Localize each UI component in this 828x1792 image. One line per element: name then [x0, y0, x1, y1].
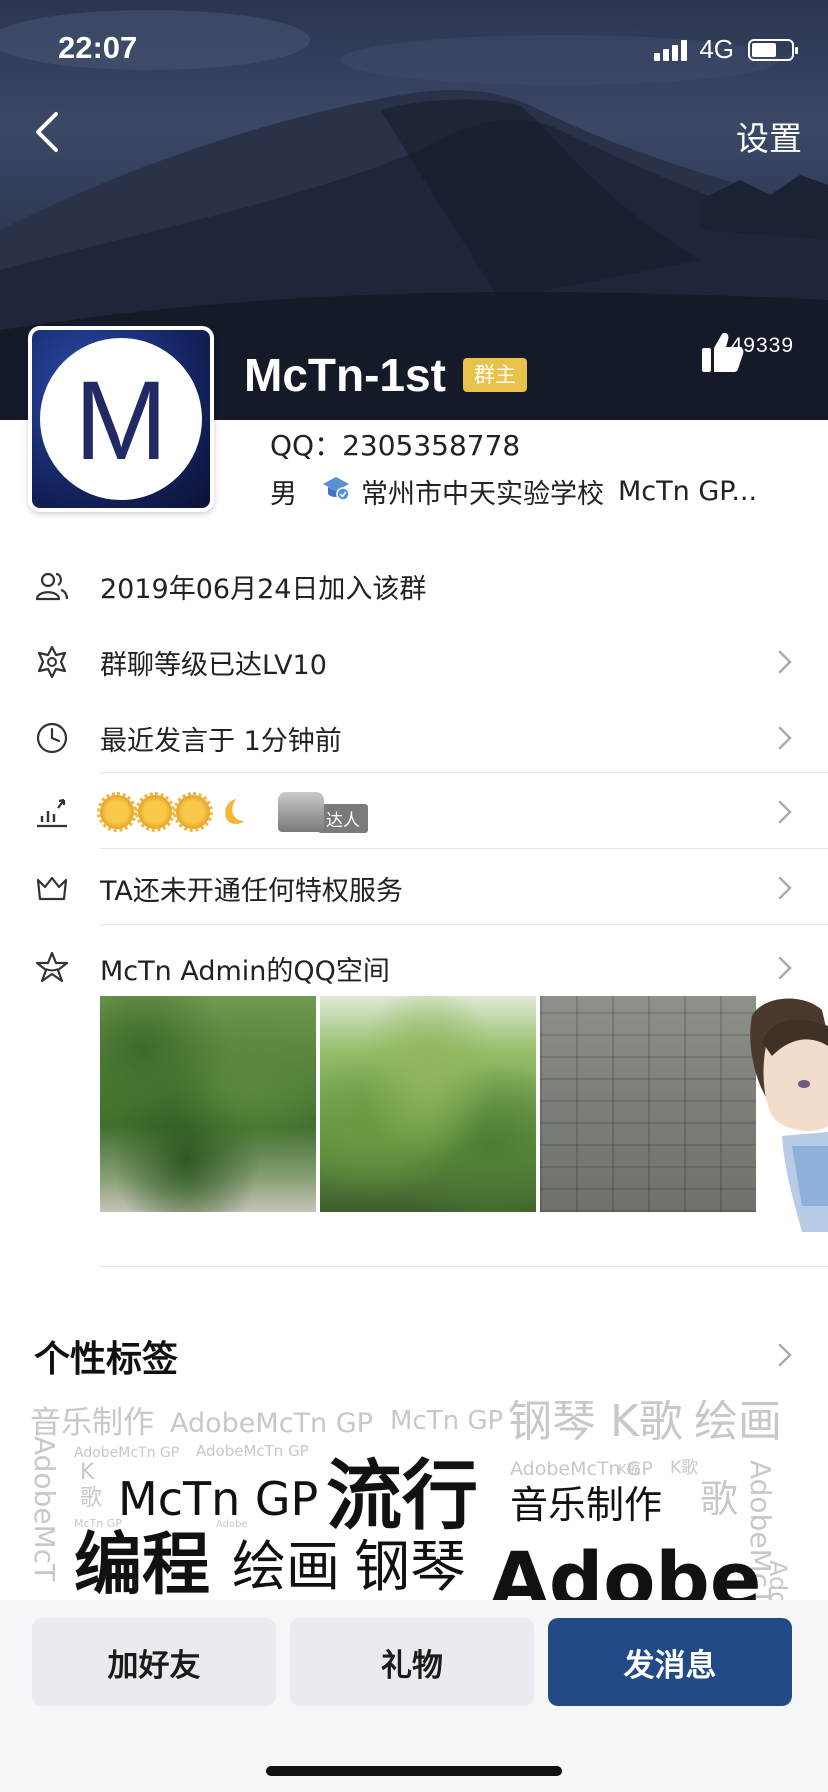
owner-badge: 群主	[463, 358, 527, 392]
tag-item: McTn GP	[118, 1472, 319, 1526]
row-level[interactable]: 群聊等级已达LV10	[0, 624, 828, 700]
tag-item: K歌	[610, 1400, 683, 1447]
avatar[interactable]: M	[28, 326, 214, 512]
qzone-photos	[100, 996, 756, 1212]
tag-item: 绘画	[694, 1400, 782, 1447]
gift-button[interactable]: 礼物	[290, 1618, 534, 1706]
send-message-button[interactable]: 发消息	[548, 1618, 792, 1706]
tag-item: 钢琴	[354, 1535, 466, 1600]
status-indicators: 4G	[654, 34, 798, 65]
qzone-photo[interactable]	[100, 996, 316, 1212]
tag-item: 歌	[80, 1486, 103, 1511]
tag-item: 歌	[700, 1477, 739, 1521]
sun-emblem-icon	[135, 792, 175, 832]
tag-item: AdobeMcTn GP	[170, 1408, 373, 1439]
gender-label: 男	[270, 479, 297, 510]
qq-number: QQ：2305358778	[270, 429, 521, 462]
tags-title: 个性标签	[34, 1339, 179, 1380]
star-space-icon	[35, 951, 69, 983]
sun-emblem-icon	[97, 792, 137, 832]
qzone-photo[interactable]	[320, 996, 536, 1212]
home-indicator[interactable]	[266, 1766, 562, 1776]
joined-date: 2019年06月24日加入该群	[100, 573, 427, 605]
signal-icon	[654, 39, 688, 61]
talent-badge: 达人	[278, 792, 368, 833]
add-friend-button[interactable]: 加好友	[32, 1618, 276, 1706]
chevron-right-icon	[778, 800, 792, 824]
mascot-sticker	[750, 998, 828, 1232]
qzone-text: McTn Admin的QQ空间	[100, 955, 390, 987]
level-text: 群聊等级已达LV10	[100, 649, 327, 681]
row-qzone[interactable]: McTn Admin的QQ空间	[0, 930, 828, 1006]
battery-icon	[748, 38, 798, 61]
graduation-icon	[321, 474, 351, 509]
chevron-right-icon[interactable]	[776, 1340, 794, 1370]
divider	[100, 772, 828, 773]
settings-button[interactable]: 设置	[736, 112, 802, 160]
thumb-up-icon	[702, 332, 744, 372]
tag-item: K	[80, 1460, 95, 1485]
privilege-text: TA还未开通任何特权服务	[100, 875, 403, 907]
tag-item: AdobeM	[764, 1560, 792, 1600]
tag-item: 音乐制作	[510, 1483, 663, 1527]
tag-cloud[interactable]: 音乐制作 AdobeMcTn GP McTn GP 钢琴 K歌 绘画 Adobe…	[30, 1400, 800, 1600]
profile-name: McTn-1st	[244, 349, 446, 401]
divider	[100, 924, 828, 925]
status-time: 22:07	[58, 30, 138, 65]
row-privilege[interactable]: TA还未开通任何特权服务	[0, 850, 828, 926]
tag-item: Adobe	[490, 1535, 762, 1601]
sun-emblem-icon	[173, 792, 213, 832]
clock-icon	[36, 722, 68, 754]
talent-label: 达人	[318, 803, 368, 833]
section-divider	[100, 1266, 828, 1267]
chevron-right-icon	[778, 956, 792, 980]
tag-item: 绘画	[232, 1535, 340, 1598]
moon-emblem-icon	[225, 799, 244, 824]
avatar-circle: M	[40, 338, 202, 500]
tag-item: McTn GP	[390, 1406, 504, 1436]
school-name: 常州市中天实验学校	[361, 479, 604, 510]
network-label: 4G	[699, 34, 734, 64]
qzone-photo[interactable]	[540, 996, 756, 1212]
chevron-right-icon	[778, 650, 792, 674]
tag-item: AdobeMcT	[30, 1436, 61, 1582]
tag-item: 流行	[326, 1451, 478, 1540]
row-joined: 2019年06月24日加入该群	[0, 548, 828, 624]
group-name: McTn GP...	[618, 476, 758, 507]
divider	[100, 848, 828, 849]
tag-item: 音乐制作	[30, 1405, 154, 1441]
tag-item: AdobeMcTn GP	[74, 1445, 180, 1461]
crown-icon	[36, 876, 68, 901]
tag-item: 编程	[74, 1526, 211, 1600]
chevron-right-icon	[778, 726, 792, 750]
profile-details: 男 常州市中天实验学校 McTn GP...	[270, 472, 810, 511]
bell-icon	[278, 792, 324, 832]
tag-item: Adobe	[216, 1519, 248, 1530]
tag-item: AdobeMcTn GP	[196, 1442, 309, 1460]
group-icon	[35, 572, 69, 601]
tag-item: 钢琴	[508, 1400, 596, 1447]
chart-icon	[37, 798, 67, 828]
avatar-letter: M	[74, 358, 168, 483]
chevron-right-icon	[778, 876, 792, 900]
tag-item: K歌	[618, 1463, 640, 1478]
tag-item: K歌	[670, 1458, 699, 1478]
back-button[interactable]	[28, 108, 68, 156]
row-honors[interactable]: 达人	[0, 774, 828, 850]
star-badge-icon	[37, 645, 67, 679]
back-icon	[36, 112, 58, 152]
row-last-speak[interactable]: 最近发言于 1分钟前	[0, 700, 828, 776]
like-button[interactable]: 149339	[700, 332, 812, 372]
last-speak-text: 最近发言于 1分钟前	[100, 725, 342, 757]
honor-emblems: 达人	[97, 792, 368, 833]
